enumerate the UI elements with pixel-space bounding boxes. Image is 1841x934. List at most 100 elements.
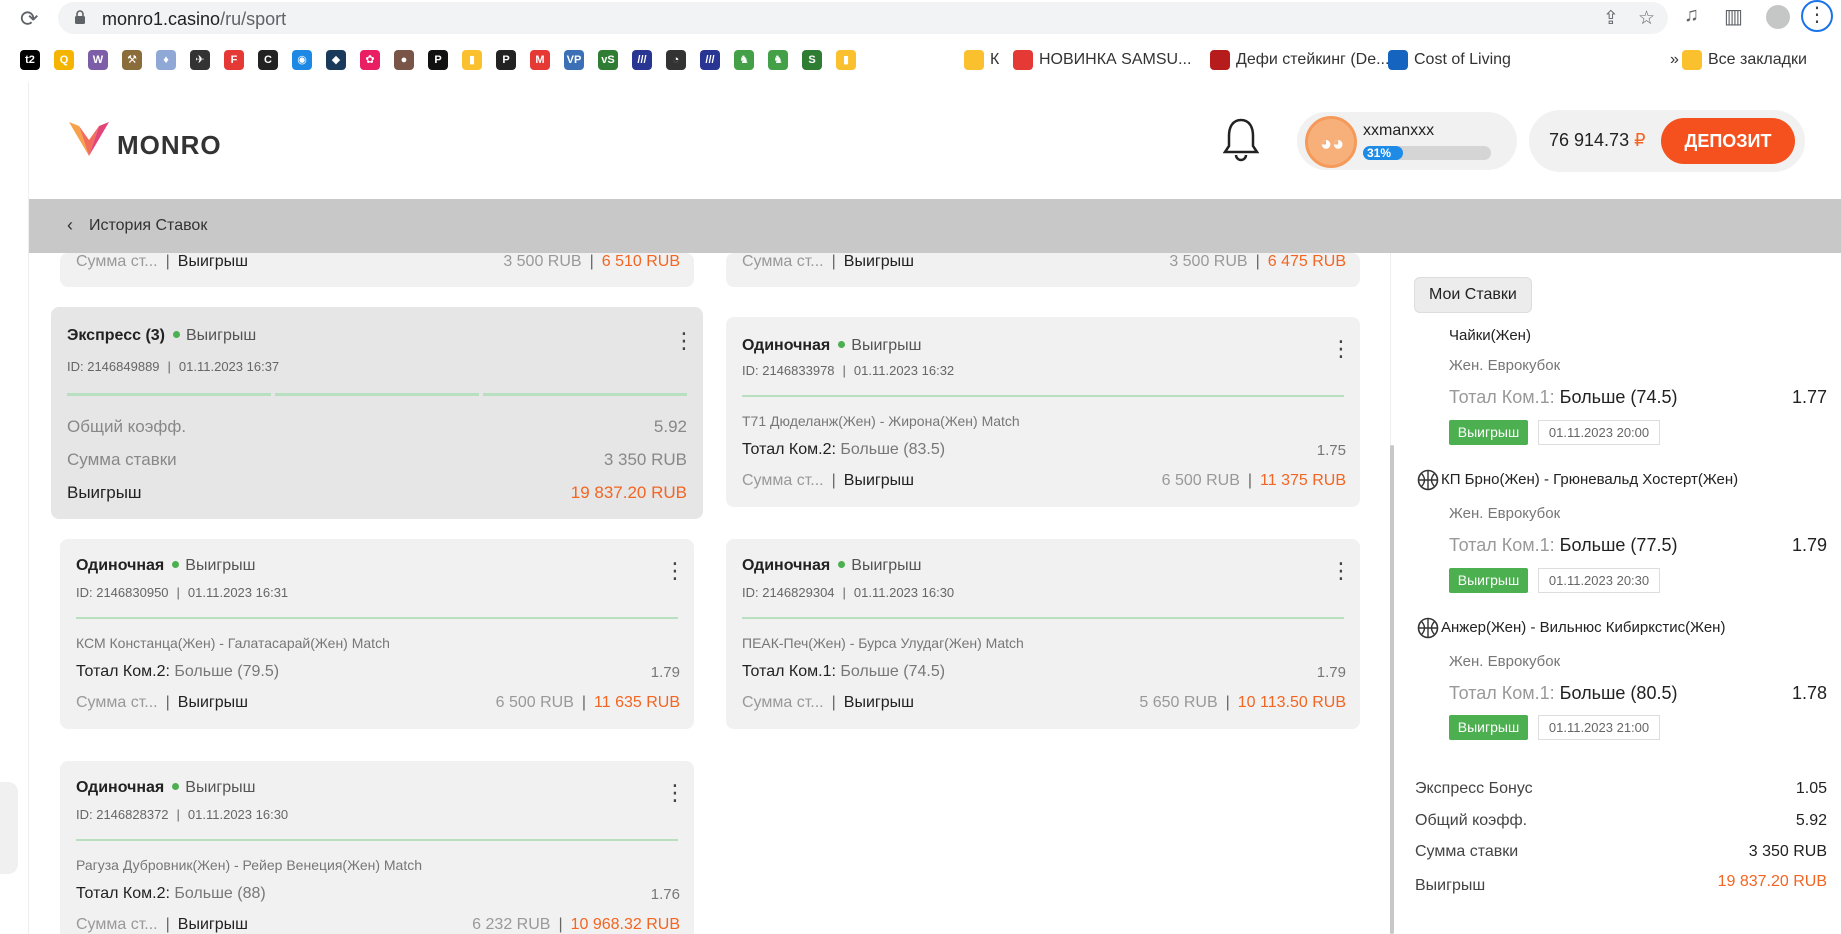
bookmark-icon[interactable]: ♞: [768, 50, 788, 70]
leg-selection: Больше (80.5): [1559, 683, 1678, 703]
panel-scrollbar[interactable]: [1390, 445, 1394, 934]
level-progress-label: 31%: [1367, 146, 1392, 160]
balance-card: 76 914.73 ₽ ДЕПОЗИТ: [1529, 110, 1805, 172]
back-chevron-icon[interactable]: ‹: [67, 215, 73, 236]
bet-card-partial-left[interactable]: Сумма ст... | Выигрыш 3 500 RUB | 6 510 RUB: [60, 253, 694, 287]
bet-id: ID: 2146828372: [76, 807, 169, 822]
stake-label: Сумма ст...: [742, 472, 824, 489]
bookmark-icon[interactable]: ●: [394, 50, 414, 70]
stake-label: Сумма ст...: [742, 253, 824, 270]
logo-text[interactable]: MONRO: [117, 130, 222, 161]
leg-status-badge: Выигрыш: [1449, 420, 1528, 445]
win-label: Выигрыш: [843, 694, 914, 711]
bookmark-icon[interactable]: ⚒: [122, 50, 142, 70]
bookmark-icon[interactable]: P: [428, 50, 448, 70]
bet-type: Одиночная Выигрыш: [76, 557, 255, 575]
level-progress-bar: 31%: [1363, 146, 1491, 160]
stake-amount: 6 500 RUB: [1161, 472, 1240, 489]
bet-id: ID: 2146829304: [742, 585, 835, 600]
address-bar[interactable]: monro1.casino/ru/sport ⇪ ☆: [58, 2, 1668, 34]
bet-type-label: Одиночная: [742, 337, 831, 354]
bet-card-single[interactable]: Одиночная Выигрыш ID: 2146833978 | 01.11.20…: [726, 317, 1360, 507]
more-options-icon[interactable]: ⋮: [673, 330, 695, 352]
bookmark-icon[interactable]: ///: [632, 50, 652, 70]
media-icon[interactable]: ♫: [1684, 4, 1699, 27]
bookmark-icon[interactable]: vS: [598, 50, 618, 70]
leg-league: Жен. Еврокубок: [1449, 653, 1561, 670]
bookmark-icon[interactable]: M: [530, 50, 550, 70]
selection: Больше (74.5): [840, 663, 946, 680]
status-dot: [172, 561, 180, 569]
leg-market-label: Тотал Ком.1:: [1449, 535, 1555, 555]
reload-icon[interactable]: ⟳: [20, 6, 38, 32]
bookmark-icon[interactable]: VP: [564, 50, 584, 70]
sidebar-handle[interactable]: [0, 782, 18, 874]
market: Тотал Ком.1: Больше (74.5): [742, 663, 945, 681]
bookmark-favicon-icon[interactable]: [964, 50, 984, 70]
bookmark-label[interactable]: НОВИНКА SAMSU...: [1039, 51, 1191, 69]
bookmark-icon[interactable]: F: [224, 50, 244, 70]
share-icon[interactable]: ⇪: [1603, 7, 1619, 30]
more-options-icon[interactable]: ⋮: [664, 782, 686, 804]
bet-card-partial-right[interactable]: Сумма ст... | Выигрыш 3 500 RUB | 6 475 RUB: [726, 253, 1360, 287]
bookmark-icon[interactable]: ✿: [360, 50, 380, 70]
bookmark-icon[interactable]: ♦: [156, 50, 176, 70]
bookmark-icon[interactable]: ▮: [836, 50, 856, 70]
side-panel-icon[interactable]: ▥: [1724, 4, 1743, 29]
bookmark-favicon-icon[interactable]: [1388, 50, 1408, 70]
leg-status-badge: Выигрыш: [1449, 715, 1528, 740]
bookmark-icon[interactable]: C: [258, 50, 278, 70]
bookmark-label[interactable]: К: [990, 51, 999, 69]
bookmark-icon[interactable]: ◔: [666, 50, 686, 70]
coef-value: 5.92: [653, 417, 687, 436]
chrome-menu-icon[interactable]: ⋮: [1801, 0, 1833, 32]
user-profile-card[interactable]: ◕◕ xxmanxxx 31%: [1297, 112, 1517, 170]
bet-card-single[interactable]: Одиночная Выигрыш ID: 2146828372 | 01.11.20…: [60, 761, 694, 934]
bet-meta: ID: 2146829304 | 01.11.2023 16:30: [742, 585, 955, 600]
bookmark-icon[interactable]: ◉: [292, 50, 312, 70]
notifications-bell-icon[interactable]: [1221, 116, 1261, 162]
bet-type-label: Экспресс (3): [67, 327, 165, 344]
bet-card-single[interactable]: Одиночная Выигрыш ID: 2146829304 | 01.11.20…: [726, 539, 1360, 729]
stake-amount: 3 500 RUB: [1169, 253, 1248, 270]
my-bets-tab[interactable]: Мои Ставки: [1414, 277, 1532, 313]
bookmark-icon[interactable]: ◆: [326, 50, 346, 70]
amounts-row: 3 500 RUB | 6 475 RUB: [1169, 253, 1346, 270]
bookmark-favicon-icon[interactable]: [1013, 50, 1033, 70]
bookmark-icon[interactable]: ///: [700, 50, 720, 70]
bookmark-label[interactable]: Все закладки: [1708, 51, 1807, 69]
bookmark-icon[interactable]: ✈: [190, 50, 210, 70]
profile-icon[interactable]: [1766, 5, 1790, 29]
bookmark-icon[interactable]: Q: [54, 50, 74, 70]
bookmark-icon[interactable]: ▮: [462, 50, 482, 70]
url-path: /ru/sport: [220, 9, 287, 29]
bet-type-label: Одиночная: [76, 779, 165, 796]
bet-card-single[interactable]: Одиночная Выигрыш ID: 2146830950 | 01.11.20…: [60, 539, 694, 729]
stake-label: Сумма ставки: [67, 450, 177, 469]
bookmark-label[interactable]: Дефи стейкинг (De...: [1236, 51, 1389, 69]
browser-toolbar: ⟳ monro1.casino/ru/sport ⇪ ☆ ♫ ▥ ⋮: [0, 0, 1841, 36]
bookmarks-overflow-icon[interactable]: »: [1670, 51, 1679, 69]
win-amount: 11 375 RUB: [1260, 472, 1346, 489]
bookmark-icon[interactable]: ♞: [734, 50, 754, 70]
more-options-icon[interactable]: ⋮: [664, 560, 686, 582]
bet-date: 01.11.2023 16:30: [187, 807, 289, 822]
bookmark-icon[interactable]: t2: [20, 50, 40, 70]
more-options-icon[interactable]: ⋮: [1330, 338, 1352, 360]
bookmark-icon[interactable]: S: [802, 50, 822, 70]
bet-history-title[interactable]: История Ставок: [89, 217, 207, 235]
bet-card-express[interactable]: Экспресс (3) Выигрыш ID: 2146849889 | 01.11…: [51, 307, 703, 519]
bookmark-favicon-icon[interactable]: [1210, 50, 1230, 70]
avatar[interactable]: ◕◕: [1305, 116, 1357, 168]
bookmark-icon[interactable]: P: [496, 50, 516, 70]
url-text[interactable]: monro1.casino/ru/sport: [102, 9, 286, 30]
more-options-icon[interactable]: ⋮: [1330, 560, 1352, 582]
bookmark-icon[interactable]: W: [88, 50, 108, 70]
monro-logo-icon[interactable]: [67, 120, 111, 160]
star-icon[interactable]: ☆: [1638, 7, 1655, 30]
market-label: Тотал Ком.2:: [742, 441, 836, 458]
bookmark-label[interactable]: Cost of Living: [1414, 51, 1511, 69]
deposit-button[interactable]: ДЕПОЗИТ: [1661, 118, 1795, 164]
bookmark-favicon-icon[interactable]: [1682, 50, 1702, 70]
bet-date: 01.11.2023 16:32: [853, 363, 955, 378]
